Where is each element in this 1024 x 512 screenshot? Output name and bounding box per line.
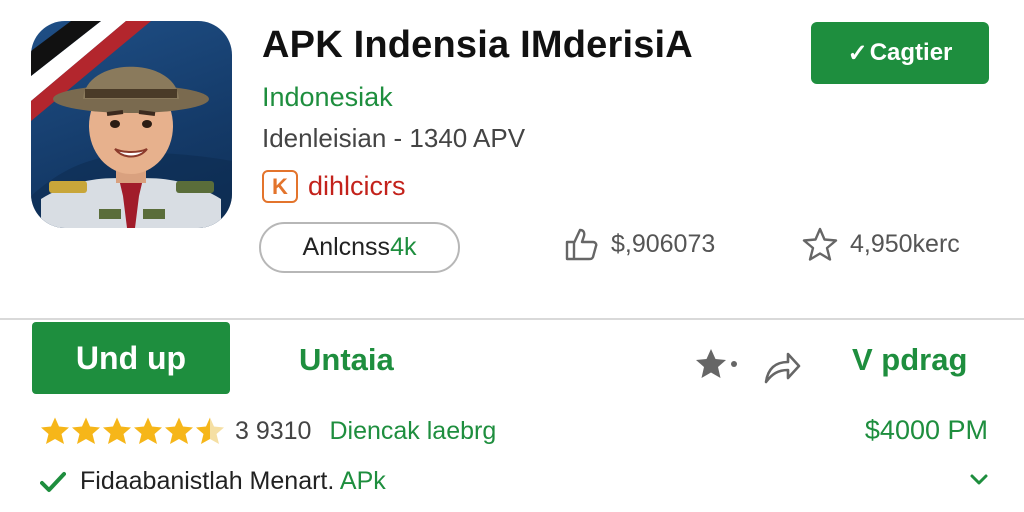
section-divider (0, 318, 1024, 320)
verification-row: Fidaabanistlah Menart. APk (40, 467, 386, 496)
star-full-icon (41, 417, 69, 444)
star-full-icon (134, 417, 162, 444)
install-button[interactable]: Und up (32, 322, 230, 394)
verification-main: Fidaabanistlah Menart. (80, 467, 335, 495)
check-mark-icon: ✓ (847, 39, 868, 67)
header-action-button[interactable]: ✓ Cagtier (811, 22, 989, 84)
star-full-icon (165, 417, 193, 444)
wishlist-star-icon[interactable] (695, 347, 741, 385)
star-full-icon (103, 417, 131, 444)
share-arrow-icon[interactable] (762, 348, 802, 386)
stars-stat: 4,950kerc (802, 226, 960, 262)
app-title: APK Indensia IMderisiA (262, 24, 693, 66)
star-full-icon (72, 417, 100, 444)
rating-row: 3 9310 Diencak laebrg (40, 416, 496, 446)
header-action-label: Cagtier (869, 39, 953, 66)
verification-text: Fidaabanistlah Menart. APk (80, 467, 386, 496)
secondary-action-link[interactable]: Untaia (299, 342, 394, 378)
app-meta: Idenleisian - 1340 APV (262, 123, 526, 153)
chip-suffix: 4k (390, 233, 417, 261)
stars-count: 4,950kerc (850, 229, 960, 258)
thumb-up-icon (565, 228, 598, 261)
rating-stars (40, 416, 225, 446)
badge-k-icon: K (262, 170, 298, 203)
price-label: $4000 PM (864, 415, 988, 445)
star-half-icon (196, 417, 224, 444)
content-badge: K dihlcicrs (262, 170, 406, 203)
rating-count: 3 9310 (235, 416, 312, 445)
update-link[interactable]: V pdrag (852, 342, 967, 378)
likes-count: $,906073 (611, 229, 716, 258)
developer-link[interactable]: Indonesiak (262, 82, 393, 113)
chevron-down-icon[interactable] (968, 472, 990, 488)
star-outline-icon (802, 227, 838, 261)
category-chip[interactable]: Anlcnss 4k (259, 222, 460, 273)
likes-stat: $,906073 (563, 226, 715, 262)
verification-suffix: APk (339, 467, 386, 495)
app-header: APK Indensia IMderisiA Indonesiak Idenle… (0, 0, 1024, 318)
chip-label: Anlcnss (302, 233, 391, 261)
reviews-link[interactable]: Diencak laebrg (329, 417, 496, 446)
app-icon[interactable] (31, 21, 232, 228)
badge-label: dihlcicrs (308, 171, 406, 201)
check-icon (40, 471, 66, 492)
ranger-avatar-icon (31, 21, 232, 228)
